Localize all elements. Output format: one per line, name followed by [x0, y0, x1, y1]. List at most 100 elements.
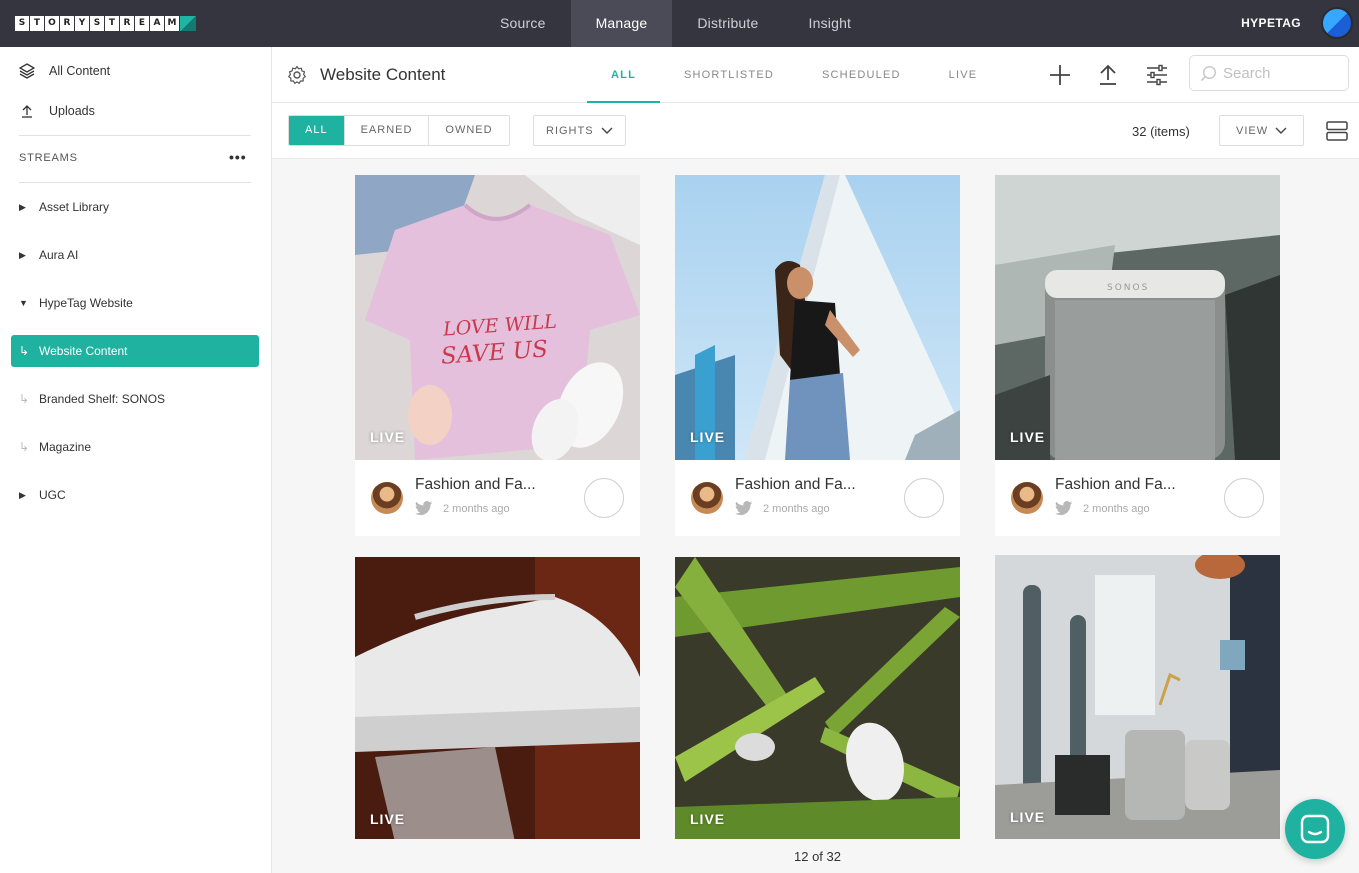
select-checkbox[interactable] — [1224, 478, 1264, 518]
search-input[interactable] — [1223, 64, 1343, 82]
logo-letter: E — [135, 16, 150, 31]
sidebar-item-all-content[interactable]: All Content — [19, 61, 110, 81]
stream-label: Asset Library — [39, 200, 110, 214]
view-dropdown[interactable]: VIEW — [1219, 115, 1305, 146]
filter-owned-button[interactable]: OWNED — [429, 116, 509, 145]
sidebar-item-ugc[interactable]: ▶ UGC — [11, 479, 259, 511]
upload-icon[interactable] — [1098, 64, 1118, 86]
page-title: Website Content — [320, 65, 446, 84]
tab-scheduled[interactable]: SCHEDULED — [798, 47, 925, 103]
sidebar-item-asset-library[interactable]: ▶ Asset Library — [11, 191, 259, 223]
filter-sliders-icon[interactable] — [1146, 64, 1168, 86]
sidebar-item-uploads[interactable]: Uploads — [19, 101, 95, 121]
sidebar-item-magazine[interactable]: ↳ Magazine — [11, 431, 259, 463]
tab-live[interactable]: LIVE — [925, 47, 1002, 103]
post-time: 2 months ago — [1083, 503, 1150, 515]
card-footer: Fashion and Fa... 2 months ago — [355, 460, 640, 536]
post-time: 2 months ago — [763, 503, 830, 515]
chat-launcher-button[interactable] — [1285, 799, 1345, 859]
top-navigation-bar: S T O R Y S T R E A M Source Manage Dist… — [0, 0, 1359, 47]
content-card[interactable]: LIVE — [995, 555, 1280, 839]
content-image-woman-building[interactable]: LIVE — [675, 175, 960, 460]
tshirt-photo: LOVE WILL SAVE US — [355, 175, 640, 460]
storystream-logo[interactable]: S T O R Y S T R E A M — [15, 16, 196, 31]
filter-earned-button[interactable]: EARNED — [344, 116, 430, 145]
content-card[interactable]: LIVE — [355, 557, 640, 839]
chevron-down-icon — [601, 127, 613, 134]
source-type-filter: ALL EARNED OWNED — [288, 115, 510, 146]
card-title[interactable]: Fashion and Fa... — [415, 476, 536, 494]
logo-mark-icon — [180, 16, 196, 31]
nav-tab-source[interactable]: Source — [475, 0, 571, 47]
sidebar-item-label: All Content — [49, 64, 111, 78]
logo-letter: M — [165, 16, 180, 31]
item-count: 32 (items) — [1132, 124, 1190, 139]
speaker-photo: SONOS — [995, 175, 1280, 460]
card-footer: Fashion and Fa... 2 months ago — [675, 460, 960, 536]
fern-photo — [675, 557, 960, 839]
select-checkbox[interactable] — [904, 478, 944, 518]
author-avatar[interactable] — [1011, 482, 1043, 514]
rights-dropdown[interactable]: RIGHTS — [533, 115, 626, 146]
filter-bar: ALL EARNED OWNED RIGHTS 32 (items) VIEW — [272, 103, 1359, 159]
sidebar-item-label: Uploads — [49, 104, 95, 118]
author-avatar[interactable] — [371, 482, 403, 514]
content-tabs: ALL SHORTLISTED SCHEDULED LIVE — [587, 47, 1001, 103]
content-image-fern-sneaker[interactable]: LIVE — [675, 557, 960, 839]
living-room-photo — [995, 555, 1280, 839]
pagination-status: 12 of 32 — [794, 849, 841, 864]
search-box[interactable] — [1189, 55, 1349, 91]
card-title[interactable]: Fashion and Fa... — [1055, 476, 1176, 494]
sub-arrow-icon: ↳ — [19, 344, 30, 358]
content-image-living-room-speakers[interactable]: LIVE — [995, 555, 1280, 839]
post-time: 2 months ago — [443, 503, 510, 515]
card-title[interactable]: Fashion and Fa... — [735, 476, 856, 494]
caret-right-icon[interactable]: ▶ — [19, 250, 39, 261]
sidebar-item-aura-ai[interactable]: ▶ Aura AI — [11, 239, 259, 271]
content-card[interactable]: LIVE — [675, 557, 960, 839]
content-image-white-sneaker[interactable]: LIVE — [355, 557, 640, 839]
tab-all[interactable]: ALL — [587, 47, 660, 103]
woman-photo — [675, 175, 960, 460]
add-icon[interactable] — [1049, 64, 1071, 86]
content-card[interactable]: SONOS LIVE Fashion and Fa... 2 months ag… — [995, 175, 1280, 536]
tab-shortlisted[interactable]: SHORTLISTED — [660, 47, 798, 103]
nav-tab-distribute[interactable]: Distribute — [672, 0, 783, 47]
nav-tab-manage[interactable]: Manage — [570, 0, 673, 47]
caret-right-icon[interactable]: ▶ — [19, 202, 39, 213]
live-badge: LIVE — [690, 429, 726, 445]
logo-letter: S — [90, 16, 105, 31]
sneaker-photo — [355, 557, 640, 839]
content-card[interactable]: LIVE Fashion and Fa... 2 months ago — [675, 175, 960, 536]
filter-all-button[interactable]: ALL — [289, 116, 345, 145]
content-image-sonos-speaker[interactable]: SONOS LIVE — [995, 175, 1280, 460]
logo-letter: T — [30, 16, 45, 31]
list-layout-icon[interactable] — [1326, 121, 1348, 141]
content-image-pink-tshirt[interactable]: LOVE WILL SAVE US LIVE — [355, 175, 640, 460]
view-label: VIEW — [1236, 124, 1269, 137]
content-card[interactable]: LOVE WILL SAVE US LIVE Fashion and Fa...… — [355, 175, 640, 536]
caret-right-icon[interactable]: ▶ — [19, 490, 39, 501]
sidebar-item-hypetag-website[interactable]: ▼ HypeTag Website — [11, 287, 259, 319]
account-avatar[interactable] — [1321, 7, 1353, 39]
caret-down-icon[interactable]: ▼ — [19, 298, 39, 308]
sub-arrow-icon: ↳ — [19, 392, 30, 406]
live-badge: LIVE — [370, 429, 406, 445]
rights-label: RIGHTS — [546, 124, 594, 137]
stream-label: Website Content — [39, 344, 128, 358]
streams-more-button[interactable]: ••• — [229, 150, 247, 164]
svg-text:SONOS: SONOS — [1107, 283, 1149, 293]
sidebar-item-branded-shelf-sonos[interactable]: ↳ Branded Shelf: SONOS — [11, 383, 259, 415]
sidebar-item-website-content[interactable]: ↳ Website Content — [11, 335, 259, 367]
author-avatar[interactable] — [691, 482, 723, 514]
live-badge: LIVE — [370, 811, 406, 827]
select-checkbox[interactable] — [584, 478, 624, 518]
gear-icon[interactable] — [287, 65, 307, 85]
nav-tab-insight[interactable]: Insight — [784, 0, 877, 47]
logo-letter: S — [15, 16, 30, 31]
chat-icon — [1300, 814, 1330, 844]
stream-label: Aura AI — [39, 248, 79, 262]
account-name[interactable]: HYPETAG — [1241, 16, 1301, 30]
logo-letter: R — [60, 16, 75, 31]
logo-letter: R — [120, 16, 135, 31]
